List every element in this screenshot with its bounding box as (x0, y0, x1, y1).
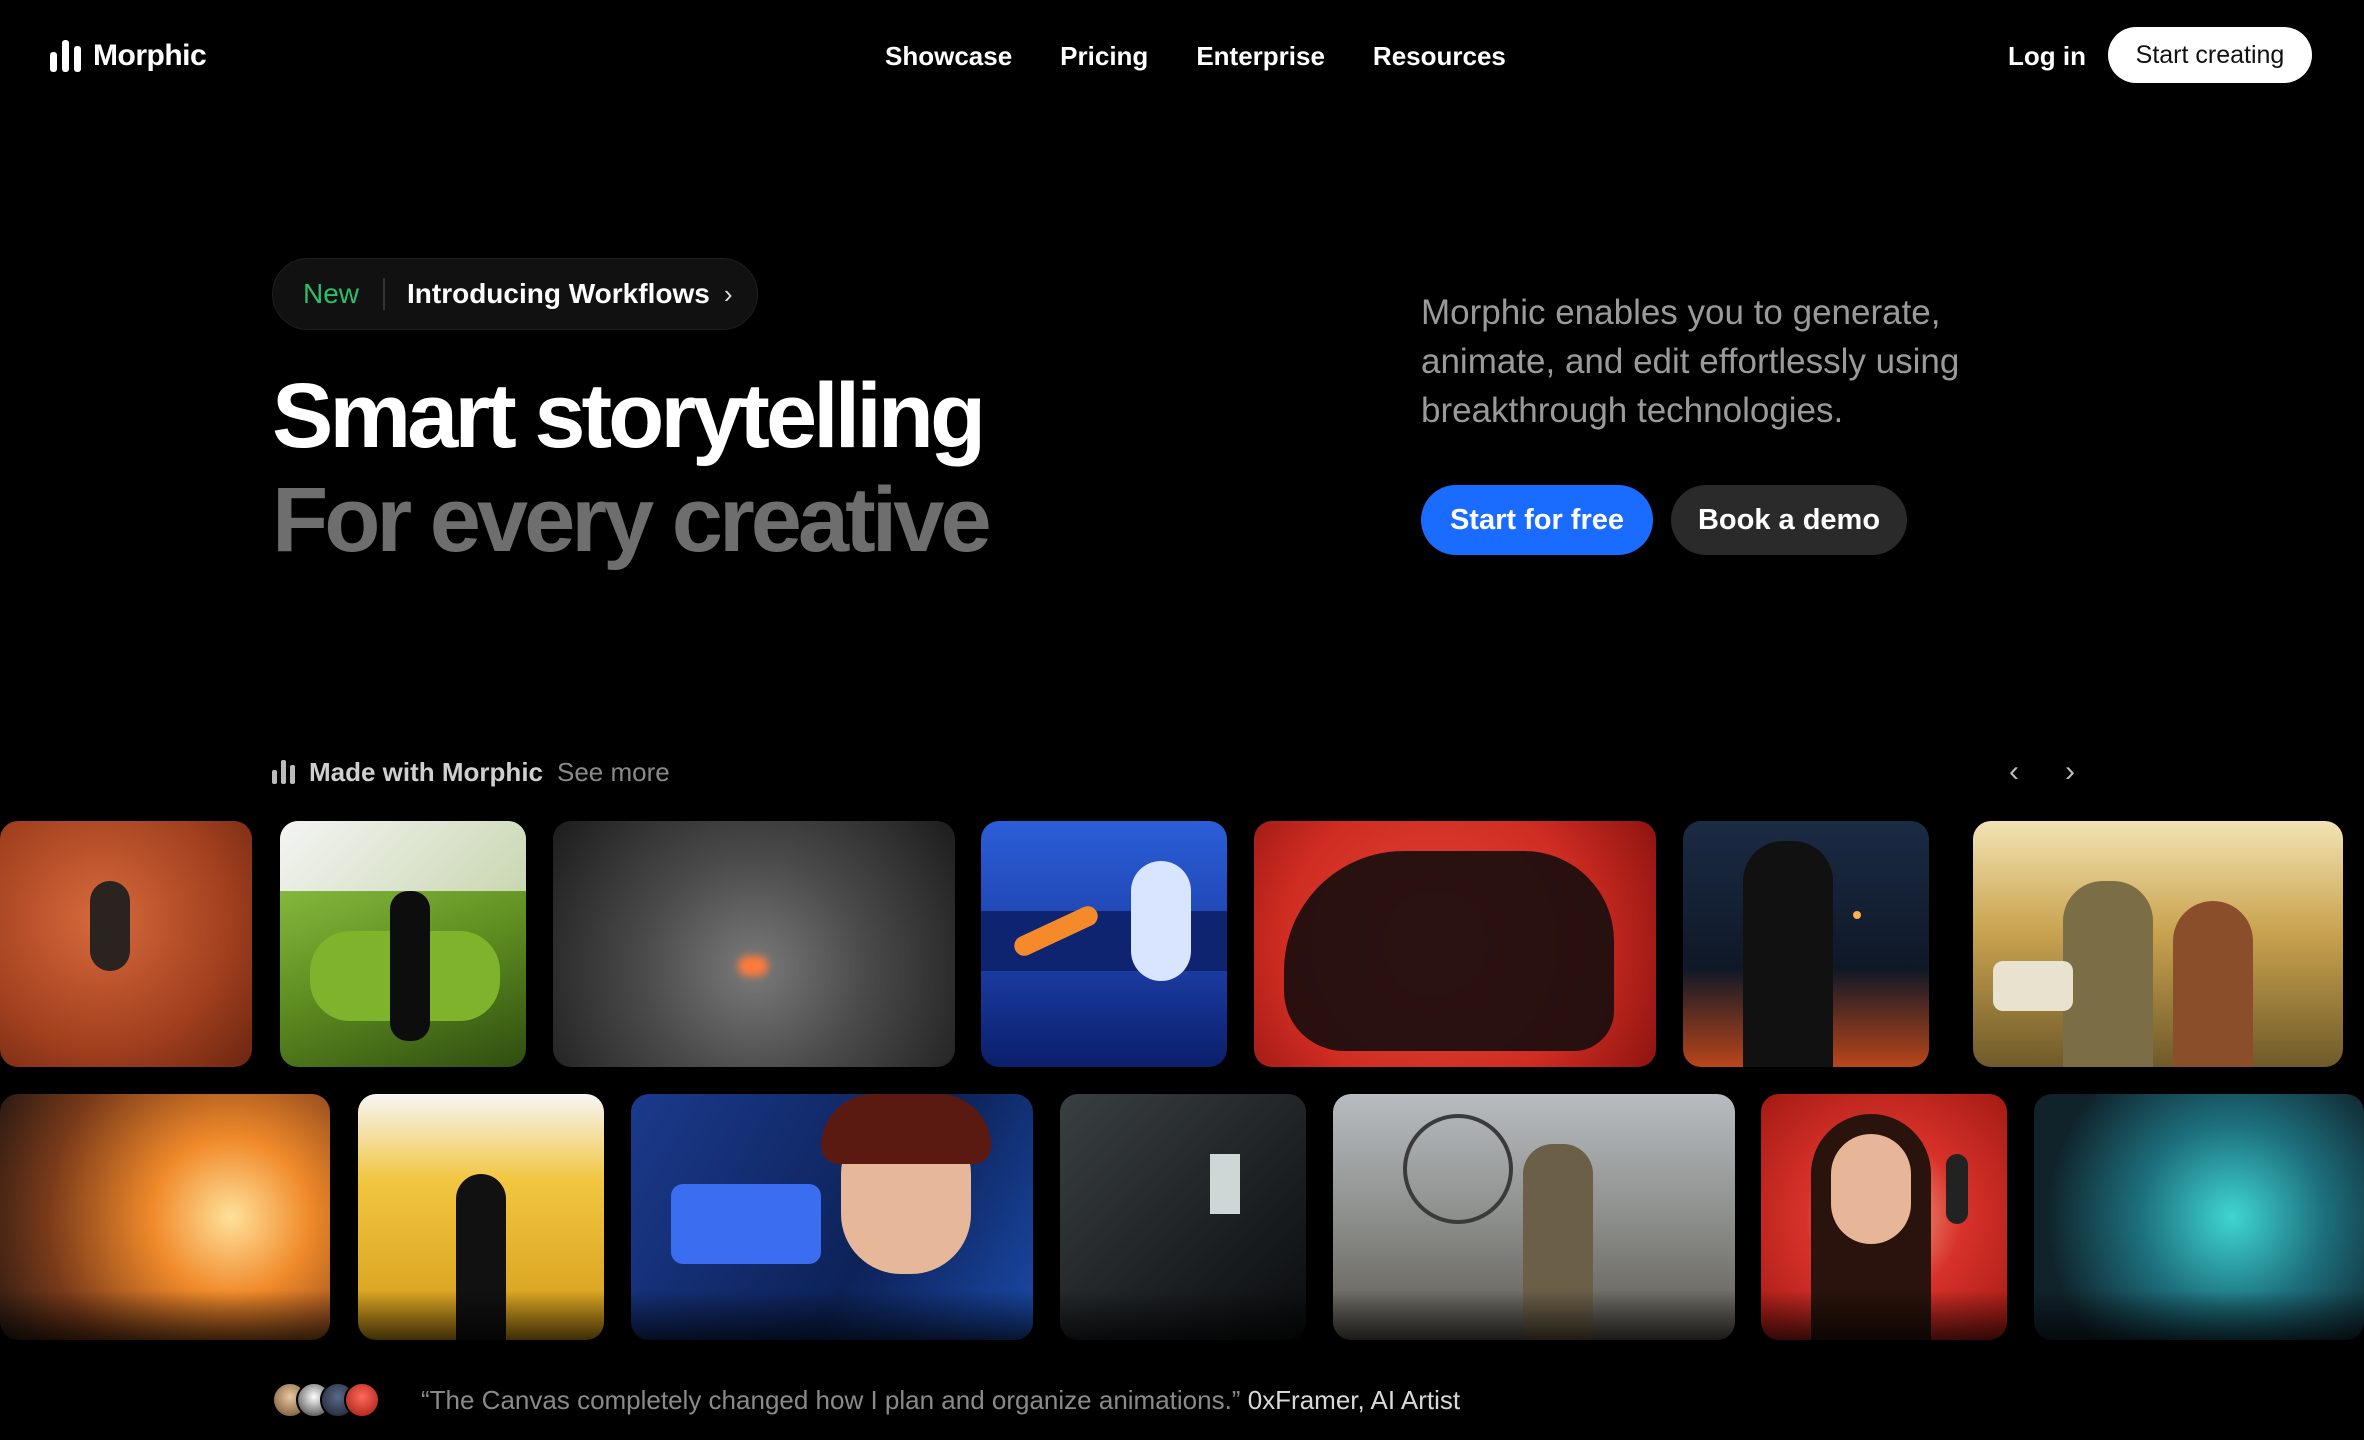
announcement-badge[interactable]: New Introducing Workflows › (272, 258, 758, 330)
brand-name: Morphic (93, 39, 207, 72)
chevron-left-icon[interactable]: ‹ (1994, 752, 2034, 792)
gallery-thumbnail-man-rain-night[interactable] (1683, 821, 1929, 1067)
hero-subheadline: For every creative (272, 469, 992, 571)
login-link[interactable]: Log in (2008, 36, 2086, 76)
chevron-right-icon[interactable]: › (2050, 752, 2090, 792)
nav-link-resources[interactable]: Resources (1373, 36, 1506, 76)
book-a-demo-button[interactable]: Book a demo (1671, 485, 1907, 555)
nav-links: Showcase Pricing Enterprise Resources (885, 36, 1506, 76)
brand-logo[interactable]: Morphic (50, 36, 207, 76)
nav-link-showcase[interactable]: Showcase (885, 36, 1012, 76)
gallery-fade-overlay (0, 1290, 2364, 1350)
testimonial-author: 0xFramer, AI Artist (1247, 1385, 1461, 1415)
gallery-thumbnail-climber[interactable] (0, 821, 252, 1067)
start-creating-button[interactable]: Start creating (2108, 27, 2312, 83)
nav-link-enterprise[interactable]: Enterprise (1196, 36, 1325, 76)
testimonial-avatars (272, 1382, 380, 1418)
top-navigation: Morphic Showcase Pricing Enterprise Reso… (0, 0, 2364, 110)
badge-divider (383, 278, 385, 310)
testimonial-quote: “The Canvas completely changed how I pla… (421, 1385, 1241, 1415)
avatar (344, 1382, 380, 1418)
gallery-thumbnail-creature-smoke[interactable] (553, 821, 955, 1067)
gallery-thumbnail-girl-cat-illustration[interactable] (981, 821, 1227, 1067)
gallery-header: Made with Morphic See more (272, 752, 670, 792)
hero-headline: Smart storytelling (272, 365, 986, 467)
badge-new-label: New (303, 278, 360, 309)
gallery-thumbnail-couple-walking[interactable] (1973, 821, 2343, 1067)
morphic-logo-icon (272, 760, 295, 784)
gallery-thumbnail-woman-green-sofa[interactable] (280, 821, 526, 1067)
hero-description: Morphic enables you to generate, animate… (1421, 293, 1960, 430)
morphic-logo-icon (50, 40, 81, 72)
nav-link-pricing[interactable]: Pricing (1060, 36, 1148, 76)
badge-text: Introducing Workflows (407, 278, 710, 309)
start-for-free-button[interactable]: Start for free (1421, 485, 1653, 555)
chevron-right-icon: › (723, 278, 733, 309)
gallery-title: Made with Morphic (309, 756, 543, 787)
testimonial: “The Canvas completely changed how I pla… (421, 1382, 1460, 1418)
see-more-link[interactable]: See more (557, 757, 670, 788)
gallery-thumbnail-black-panther[interactable] (1254, 821, 1656, 1067)
